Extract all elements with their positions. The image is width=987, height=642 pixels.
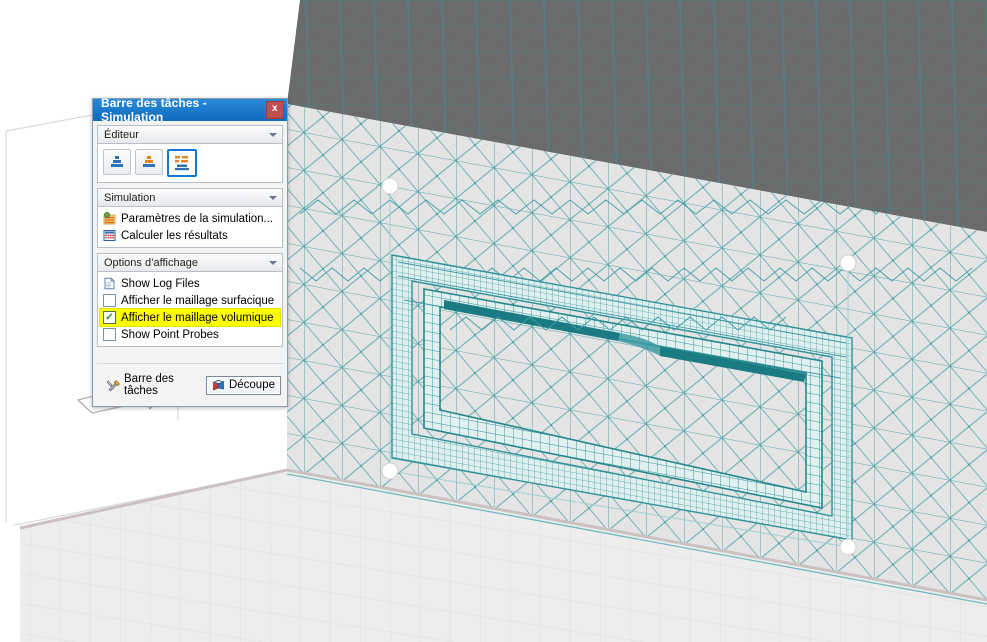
tools-icon bbox=[106, 379, 120, 392]
chevron-down-icon[interactable] bbox=[269, 132, 277, 137]
cube-clip-icon bbox=[212, 379, 225, 392]
command-calculate-results[interactable]: Calculer les résultats bbox=[100, 227, 280, 244]
task-panel-title: Barre des tâches - Simulation bbox=[101, 96, 207, 124]
command-show-log-files-label: Show Log Files bbox=[121, 277, 200, 290]
task-panel-body: Éditeur Simulation Paramètres de la simu… bbox=[93, 121, 287, 406]
command-calculate-results-label: Calculer les résultats bbox=[121, 229, 228, 242]
group-simulation-header[interactable]: Simulation bbox=[97, 188, 283, 207]
tab-decoupe-label: Découpe bbox=[228, 379, 275, 391]
calculate-icon bbox=[103, 229, 116, 242]
checkbox-row-volume-mesh[interactable]: ✓ Afficher le maillage volumique bbox=[99, 308, 281, 327]
group-editeur-label: Éditeur bbox=[104, 128, 139, 141]
checkbox-icon[interactable] bbox=[103, 328, 116, 341]
checkbox-icon[interactable]: ✓ bbox=[103, 311, 116, 324]
group-display-options-label: Options d’affichage bbox=[104, 256, 198, 269]
command-simulation-settings-label: Paramètres de la simulation... bbox=[121, 212, 274, 225]
drag-handle-right-upper[interactable] bbox=[839, 254, 857, 272]
panel-tabs: Barre des tâches Découpe bbox=[97, 363, 283, 403]
checkbox-row-point-probes-label: Show Point Probes bbox=[121, 328, 219, 341]
checkbox-icon[interactable] bbox=[103, 294, 116, 307]
group-editeur-header[interactable]: Éditeur bbox=[97, 125, 283, 144]
command-simulation-settings[interactable]: Paramètres de la simulation... bbox=[100, 210, 280, 227]
task-panel[interactable]: Barre des tâches - Simulation x Éditeur bbox=[92, 96, 288, 407]
settings-sim-icon bbox=[103, 212, 116, 225]
check-mark-icon: ✓ bbox=[105, 312, 114, 323]
tab-barre-des-taches[interactable]: Barre des tâches bbox=[101, 370, 206, 400]
group-simulation-body: Paramètres de la simulation... Calculer … bbox=[97, 207, 283, 248]
chevron-down-icon[interactable] bbox=[269, 260, 277, 265]
group-simulation-label: Simulation bbox=[104, 191, 156, 204]
chevron-down-icon[interactable] bbox=[269, 195, 277, 200]
editor-toolbar bbox=[100, 147, 280, 179]
task-panel-titlebar[interactable]: Barre des tâches - Simulation x bbox=[93, 96, 287, 124]
checkbox-row-volume-mesh-label: Afficher le maillage volumique bbox=[121, 311, 274, 324]
mesh-medium-icon[interactable] bbox=[135, 149, 163, 175]
checkbox-row-surface-mesh[interactable]: Afficher le maillage surfacique bbox=[100, 292, 280, 309]
tab-barre-des-taches-label: Barre des tâches bbox=[124, 373, 174, 397]
tab-decoupe[interactable]: Découpe bbox=[205, 375, 281, 395]
app-window: Barre des tâches - Simulation x Éditeur bbox=[0, 0, 987, 642]
checkbox-row-surface-mesh-label: Afficher le maillage surfacique bbox=[121, 294, 275, 307]
group-display-options: Options d’affichage Show Log Files Affic… bbox=[97, 253, 283, 347]
group-editeur: Éditeur bbox=[97, 125, 283, 183]
document-icon bbox=[103, 277, 116, 290]
command-show-log-files[interactable]: Show Log Files bbox=[100, 275, 280, 292]
mesh-coarse-icon[interactable] bbox=[103, 149, 131, 175]
drag-handle-bottom-left[interactable] bbox=[381, 462, 399, 480]
checkbox-row-point-probes[interactable]: Show Point Probes bbox=[100, 326, 280, 343]
close-icon[interactable]: x bbox=[265, 101, 284, 119]
mesh-fine-icon[interactable] bbox=[167, 149, 197, 177]
group-simulation: Simulation Paramètres de la simulation..… bbox=[97, 188, 283, 248]
drag-handle-top-left[interactable] bbox=[381, 177, 399, 195]
group-editeur-body bbox=[97, 144, 283, 183]
group-display-options-body: Show Log Files Afficher le maillage surf… bbox=[97, 272, 283, 347]
drag-handle-bottom-right[interactable] bbox=[839, 538, 857, 556]
group-display-options-header[interactable]: Options d’affichage bbox=[97, 253, 283, 272]
